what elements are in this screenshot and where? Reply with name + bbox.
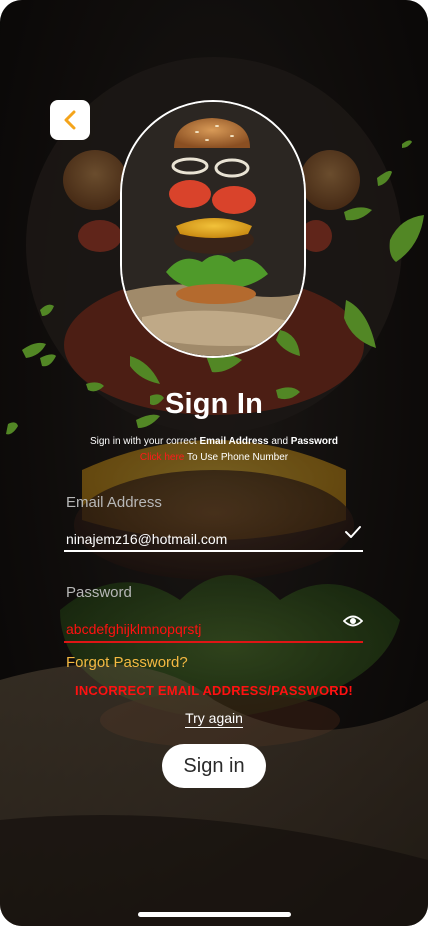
eye-icon[interactable] bbox=[343, 614, 363, 628]
instruction-password-bold: Password bbox=[290, 436, 339, 447]
phone-signin-link[interactable]: Click here bbox=[140, 452, 184, 463]
try-again-row: Try again bbox=[0, 710, 428, 728]
chevron-left-icon bbox=[64, 110, 76, 130]
error-message: INCORRECT EMAIL ADDRESS/PASSWORD! bbox=[75, 683, 353, 698]
instruction-line: Sign in with your correct Email Address … bbox=[0, 434, 428, 450]
try-again-link[interactable]: Try again bbox=[185, 710, 243, 728]
back-button[interactable] bbox=[50, 100, 90, 140]
instruction-text: Sign in with your correct bbox=[89, 436, 200, 447]
sign-in-screen: Sign In Sign in with your correct Email … bbox=[0, 0, 428, 926]
sign-in-button[interactable]: Sign in bbox=[162, 744, 266, 788]
password-field[interactable]: abcdefghijklmnopqrstj bbox=[66, 621, 201, 637]
instruction-email-bold: Email Address bbox=[199, 436, 269, 447]
home-indicator bbox=[138, 912, 291, 917]
instruction-and: and bbox=[268, 436, 291, 447]
phone-option-line: Click here To Use Phone Number bbox=[0, 450, 428, 466]
phone-option-text: To Use Phone Number bbox=[184, 452, 289, 463]
page-title: Sign In bbox=[164, 388, 264, 420]
sign-in-instructions: Sign in with your correct Email Address … bbox=[0, 434, 428, 466]
email-field[interactable]: ninajemz16@hotmail.com bbox=[66, 531, 227, 547]
password-underline bbox=[64, 641, 363, 643]
forgot-password-link[interactable]: Forgot Password? bbox=[66, 654, 188, 671]
email-underline bbox=[64, 550, 363, 552]
password-label: Password bbox=[66, 584, 132, 601]
check-icon bbox=[345, 526, 361, 538]
hero-burger-image bbox=[120, 100, 306, 358]
email-label: Email Address bbox=[66, 494, 162, 511]
